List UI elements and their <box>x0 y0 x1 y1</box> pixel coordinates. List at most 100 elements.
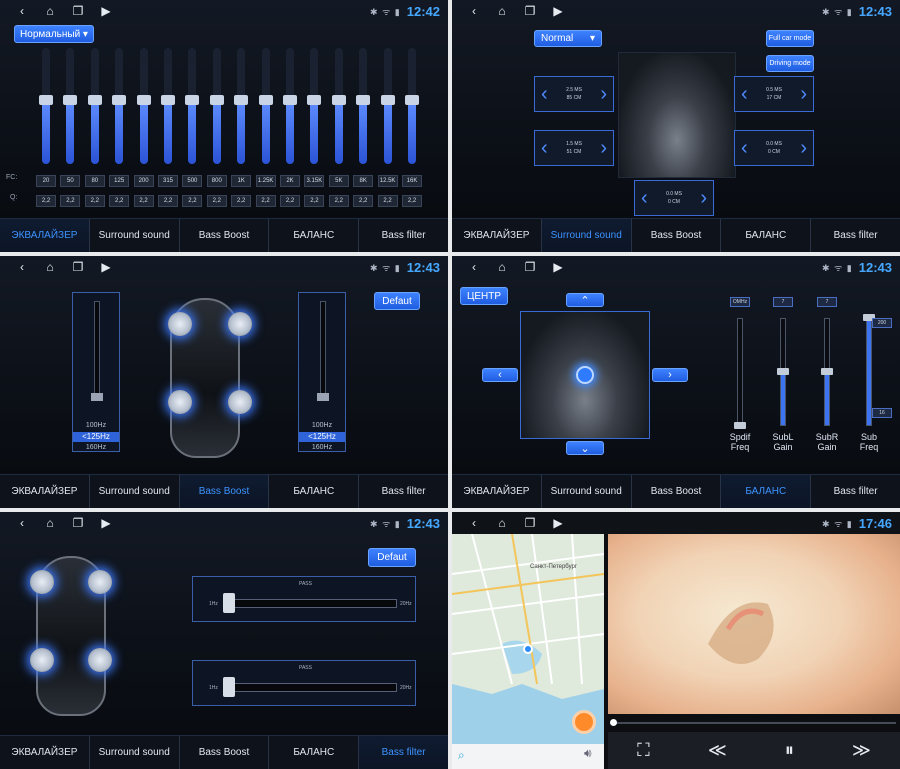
eq-q-value[interactable]: 2,2 <box>60 195 81 207</box>
chevron-left-icon[interactable]: ‹ <box>641 188 648 208</box>
video-progress[interactable] <box>608 714 900 732</box>
chevron-right-icon[interactable]: › <box>600 84 607 104</box>
eq-fc-value[interactable]: 3.15K <box>304 175 325 187</box>
tab-balance[interactable]: БАЛАНС <box>721 475 812 508</box>
eq-fc-value[interactable]: 12.5K <box>377 175 398 187</box>
tab-bass-boost[interactable]: Bass Boost <box>632 475 722 508</box>
eq-fc-value[interactable]: 800 <box>206 175 227 187</box>
balance-slider-1[interactable] <box>777 318 789 426</box>
home-icon[interactable]: ⌂ <box>488 516 516 530</box>
tab-equalizer[interactable]: ЭКВАЛАЙЗЕР <box>0 475 90 508</box>
eq-slider-9[interactable] <box>258 48 273 164</box>
speaker-rear-right[interactable] <box>88 648 112 672</box>
pause-icon[interactable]: ⏸ <box>785 740 794 761</box>
chevron-right-icon[interactable]: › <box>800 84 807 104</box>
balance-slider-0[interactable] <box>734 318 746 429</box>
eq-q-value[interactable]: 2,2 <box>377 195 398 207</box>
home-icon[interactable]: ⌂ <box>36 260 64 274</box>
tab-surround[interactable]: Surround sound <box>541 219 632 252</box>
eq-fc-value[interactable]: 1.25K <box>255 175 276 187</box>
balance-up-button[interactable]: ⌃ <box>566 293 604 307</box>
eq-q-value[interactable]: 2,2 <box>206 195 227 207</box>
tab-equalizer[interactable]: ЭКВАЛАЙЗЕР <box>452 475 542 508</box>
eq-q-value[interactable]: 2,2 <box>304 195 325 207</box>
eq-knob[interactable] <box>258 95 273 106</box>
tab-bass-filter[interactable]: Bass filter <box>811 475 900 508</box>
eq-q-value[interactable]: 2,2 <box>36 195 56 207</box>
back-icon[interactable]: ‹ <box>460 516 488 530</box>
eq-fc-value[interactable]: 80 <box>84 175 105 187</box>
eq-knob[interactable] <box>283 95 297 106</box>
tab-balance[interactable]: БАЛАНС <box>269 736 360 769</box>
bass-opt-125[interactable]: <125Hz <box>73 432 119 442</box>
play-icon[interactable]: ▶ <box>92 4 120 18</box>
chevron-left-icon[interactable]: ‹ <box>741 84 748 104</box>
eq-knob[interactable] <box>87 95 102 106</box>
driving-mode-button[interactable]: Driving mode <box>766 55 814 72</box>
next-icon[interactable]: ≫ <box>852 740 871 761</box>
tab-bass-filter[interactable]: Bass filter <box>359 736 448 769</box>
eq-knob[interactable] <box>136 95 151 106</box>
tab-equalizer[interactable]: ЭКВАЛАЙЗЕР <box>0 736 90 769</box>
eq-knob[interactable] <box>331 95 346 106</box>
eq-fc-value[interactable]: 315 <box>158 175 178 187</box>
full-car-mode-button[interactable]: Full car mode <box>766 30 814 47</box>
back-icon[interactable]: ‹ <box>8 516 36 530</box>
eq-knob[interactable] <box>380 95 395 106</box>
eq-knob[interactable] <box>112 95 127 106</box>
eq-slider-15[interactable] <box>405 48 419 164</box>
tab-equalizer[interactable]: ЭКВАЛАЙЗЕР <box>0 219 90 252</box>
eq-knob[interactable] <box>356 95 371 106</box>
slider-knob[interactable] <box>777 368 789 375</box>
bass-knob-left[interactable] <box>91 393 103 401</box>
tab-equalizer[interactable]: ЭКВАЛАЙЗЕР <box>452 219 542 252</box>
map-search-bar[interactable] <box>452 744 604 769</box>
speaker-front-left[interactable] <box>168 312 192 336</box>
previous-icon[interactable]: ≪ <box>708 740 727 761</box>
eq-fc-value[interactable]: 125 <box>109 175 130 187</box>
eq-knob[interactable] <box>234 95 249 106</box>
chevron-right-icon[interactable]: › <box>800 138 807 158</box>
back-icon[interactable]: ‹ <box>460 260 488 274</box>
tab-balance[interactable]: БАЛАНС <box>269 219 360 252</box>
center-button[interactable]: ЦЕНТР <box>460 287 508 305</box>
eq-knob[interactable] <box>63 95 78 106</box>
tab-bass-filter[interactable]: Bass filter <box>811 219 900 252</box>
recent-apps-icon[interactable]: ❐ <box>516 516 544 530</box>
balance-left-button[interactable]: ‹ <box>482 368 518 382</box>
tab-bass-boost[interactable]: Bass Boost <box>179 475 270 508</box>
tab-surround[interactable]: Surround sound <box>90 736 180 769</box>
recent-apps-icon[interactable]: ❐ <box>64 4 92 18</box>
eq-slider-14[interactable] <box>380 48 395 164</box>
fit-screen-icon[interactable]: ⛶ <box>637 740 650 761</box>
eq-fc-value[interactable]: 5K <box>328 175 349 187</box>
volume-icon[interactable]: 🔊︎ <box>584 746 592 761</box>
eq-q-value[interactable]: 2,2 <box>231 195 252 207</box>
speaker-front-right[interactable] <box>88 570 112 594</box>
eq-slider-7[interactable] <box>209 48 224 164</box>
progress-thumb[interactable] <box>610 719 617 726</box>
tab-balance[interactable]: БАЛАНС <box>269 475 360 508</box>
speaker-front-left[interactable] <box>30 570 54 594</box>
tab-bass-boost[interactable]: Bass Boost <box>180 736 270 769</box>
tab-bass-filter[interactable]: Bass filter <box>359 475 448 508</box>
eq-q-value[interactable]: 2,2 <box>255 195 276 207</box>
bass-opt-100[interactable]: 100Hz <box>73 421 119 431</box>
eq-q-value[interactable]: 2,2 <box>280 195 300 207</box>
tab-bass-boost[interactable]: Bass Boost <box>180 219 270 252</box>
eq-slider-0[interactable] <box>39 48 53 164</box>
recent-apps-icon[interactable]: ❐ <box>516 4 544 18</box>
eq-slider-10[interactable] <box>283 48 297 164</box>
eq-knob[interactable] <box>161 95 175 106</box>
speaker-rear-left[interactable] <box>30 648 54 672</box>
recent-apps-icon[interactable]: ❐ <box>516 260 544 274</box>
eq-fc-value[interactable]: 2K <box>280 175 300 187</box>
eq-fc-value[interactable]: 1K <box>231 175 252 187</box>
balance-point[interactable] <box>576 366 594 384</box>
chevron-left-icon[interactable]: ‹ <box>541 138 548 158</box>
eq-slider-1[interactable] <box>63 48 78 164</box>
map-view[interactable]: Санкт-Петербург ⌕ 🔊︎ <box>452 534 604 769</box>
eq-knob[interactable] <box>405 95 419 106</box>
default-button[interactable]: Defaut <box>368 548 416 567</box>
slider-knob[interactable] <box>821 368 833 375</box>
